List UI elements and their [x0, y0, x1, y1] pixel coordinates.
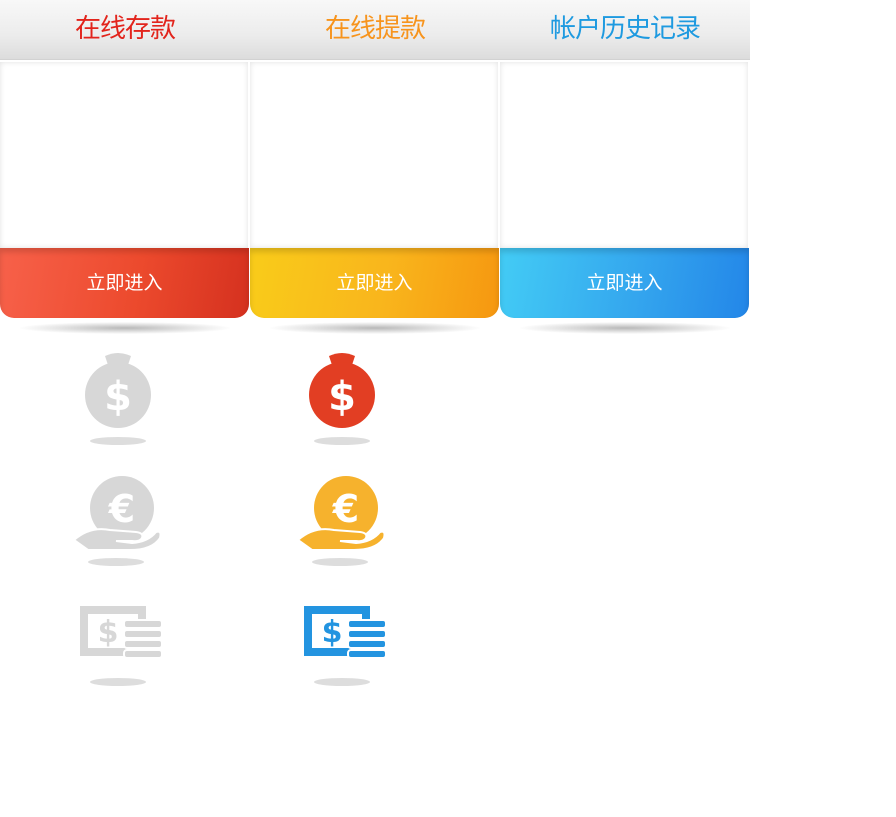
svg-text:$: $ — [328, 374, 356, 420]
history-enter-button[interactable]: 立即进入 — [500, 248, 749, 318]
deposit-card-body — [0, 62, 248, 248]
withdraw-card-body — [250, 62, 498, 248]
deposit-button-shadow — [20, 322, 230, 334]
withdraw-enter-button[interactable]: 立即进入 — [250, 248, 499, 318]
svg-text:€: € — [108, 487, 135, 531]
deposit-card: 在线存款 立即进入 — [0, 0, 250, 340]
svg-text:$: $ — [322, 615, 343, 650]
history-card-header: 帐户历史记录 — [500, 0, 750, 60]
history-title: 帐户历史记录 — [549, 14, 701, 44]
euro-hand-icon-active[interactable]: € — [294, 470, 390, 570]
deposit-card-header: 在线存款 — [0, 0, 250, 60]
withdraw-card: 在线提款 立即进入 — [250, 0, 500, 340]
history-card-body — [500, 62, 748, 248]
cash-stack-icon-inactive: $ — [72, 596, 168, 696]
money-bag-icon-active[interactable]: $ — [294, 350, 390, 450]
money-bag-icon-inactive: $ — [70, 350, 166, 450]
euro-hand-icon-inactive: € — [70, 470, 166, 570]
cash-stack-icon-active[interactable]: $ — [296, 596, 392, 696]
history-card: 帐户历史记录 立即进入 — [500, 0, 750, 340]
deposit-enter-button[interactable]: 立即进入 — [0, 248, 249, 318]
withdraw-button-shadow — [270, 322, 480, 334]
history-button-shadow — [520, 322, 730, 334]
svg-text:€: € — [332, 487, 359, 531]
svg-text:$: $ — [98, 615, 119, 650]
deposit-title: 在线存款 — [74, 14, 176, 44]
service-cards: 在线存款 立即进入 在线提款 立即进入 帐户历史记录 立即进入 — [0, 0, 750, 340]
withdraw-title: 在线提款 — [324, 14, 426, 44]
withdraw-card-header: 在线提款 — [250, 0, 500, 60]
svg-text:$: $ — [104, 374, 132, 420]
